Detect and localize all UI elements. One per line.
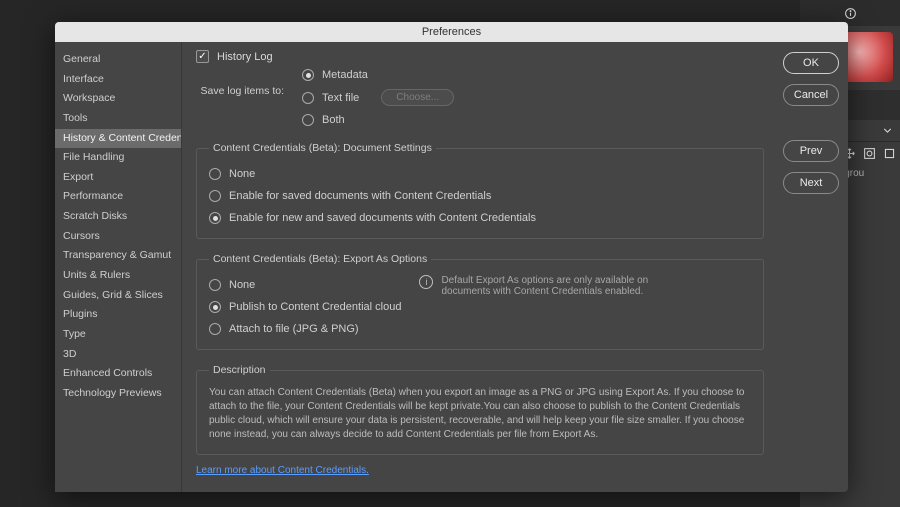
sidebar-item-technology-previews[interactable]: Technology Previews — [55, 384, 181, 404]
fill-icon[interactable] — [882, 146, 896, 160]
group-doc-settings: Content Credentials (Beta): Document Set… — [196, 142, 764, 239]
radio-both-label: Both — [322, 114, 345, 126]
sidebar-item-type[interactable]: Type — [55, 325, 181, 345]
preferences-main: History Log Save log items to: Metadata … — [182, 42, 778, 492]
sidebar-item-plugins[interactable]: Plugins — [55, 305, 181, 325]
doc-saved-label: Enable for saved documents with Content … — [229, 190, 491, 202]
radio-metadata[interactable]: Metadata — [302, 67, 454, 83]
export-attach[interactable]: Attach to file (JPG & PNG) — [209, 321, 401, 337]
group-description: Description You can attach Content Crede… — [196, 364, 764, 455]
doc-none[interactable]: None — [209, 166, 751, 182]
doc-saved[interactable]: Enable for saved documents with Content … — [209, 188, 751, 204]
doc-new-saved-label: Enable for new and saved documents with … — [229, 212, 536, 224]
group-description-legend: Description — [209, 364, 270, 376]
radio-metadata-label: Metadata — [322, 69, 368, 81]
sidebar-item-cursors[interactable]: Cursors — [55, 227, 181, 247]
info-icon — [843, 6, 857, 20]
radio-icon — [302, 69, 314, 81]
sidebar-item-workspace[interactable]: Workspace — [55, 89, 181, 109]
radio-icon — [209, 168, 221, 180]
sidebar-item-performance[interactable]: Performance — [55, 187, 181, 207]
group-export-options: Content Credentials (Beta): Export As Op… — [196, 253, 764, 350]
description-text: You can attach Content Credentials (Beta… — [209, 386, 751, 442]
checkbox-icon — [196, 50, 209, 63]
preferences-dialog: Preferences General Interface Workspace … — [55, 22, 848, 492]
sidebar-item-scratch-disks[interactable]: Scratch Disks — [55, 207, 181, 227]
sidebar-item-units-rulers[interactable]: Units & Rulers — [55, 266, 181, 286]
export-info-text: Default Export As options are only avail… — [441, 275, 679, 297]
dialog-title: Preferences — [422, 26, 481, 38]
sidebar-item-enhanced-controls[interactable]: Enhanced Controls — [55, 364, 181, 384]
sidebar-item-file-handling[interactable]: File Handling — [55, 148, 181, 168]
dialog-buttons: OK Cancel Prev Next — [778, 42, 848, 492]
export-none[interactable]: None — [209, 277, 401, 293]
radio-icon — [302, 114, 314, 126]
dialog-titlebar: Preferences — [55, 22, 848, 42]
sidebar-item-general[interactable]: General — [55, 50, 181, 70]
radio-icon — [209, 190, 221, 202]
radio-icon — [209, 301, 221, 313]
radio-both[interactable]: Both — [302, 112, 454, 128]
sidebar-item-3d[interactable]: 3D — [55, 345, 181, 365]
info-icon: i — [419, 275, 433, 289]
sidebar-item-guides-grid-slices[interactable]: Guides, Grid & Slices — [55, 286, 181, 306]
doc-none-label: None — [229, 168, 255, 180]
group-export-options-legend: Content Credentials (Beta): Export As Op… — [209, 253, 431, 265]
next-button[interactable]: Next — [783, 172, 839, 194]
radio-icon — [209, 212, 221, 224]
group-doc-settings-legend: Content Credentials (Beta): Document Set… — [209, 142, 436, 154]
radio-icon — [209, 279, 221, 291]
doc-new-saved[interactable]: Enable for new and saved documents with … — [209, 210, 751, 226]
mask-icon[interactable] — [863, 146, 877, 160]
sidebar-item-transparency-gamut[interactable]: Transparency & Gamut — [55, 246, 181, 266]
export-attach-label: Attach to file (JPG & PNG) — [229, 323, 359, 335]
export-cloud-label: Publish to Content Credential cloud — [229, 301, 401, 313]
learn-more-link[interactable]: Learn more about Content Credentials. — [196, 465, 369, 476]
ok-button[interactable]: OK — [783, 52, 839, 74]
sidebar-item-history-content-credentials[interactable]: History & Content Credentials — [55, 129, 181, 149]
save-log-label: Save log items to: — [198, 67, 284, 97]
sidebar-item-tools[interactable]: Tools — [55, 109, 181, 129]
radio-icon — [209, 323, 221, 335]
sidebar-item-export[interactable]: Export — [55, 168, 181, 188]
sidebar-item-interface[interactable]: Interface — [55, 70, 181, 90]
prev-button[interactable]: Prev — [783, 140, 839, 162]
history-log-checkbox[interactable]: History Log — [196, 50, 764, 63]
radio-textfile[interactable]: Text file Choose... — [302, 87, 454, 108]
radio-textfile-label: Text file — [322, 92, 359, 104]
choose-button[interactable]: Choose... — [381, 89, 454, 106]
export-cloud[interactable]: Publish to Content Credential cloud — [209, 299, 401, 315]
radio-icon — [302, 92, 314, 104]
history-log-label: History Log — [217, 51, 273, 63]
chevron-down-icon[interactable] — [880, 124, 894, 138]
export-info: i Default Export As options are only ava… — [419, 275, 679, 297]
export-none-label: None — [229, 279, 255, 291]
cancel-button[interactable]: Cancel — [783, 84, 839, 106]
preferences-sidebar: General Interface Workspace Tools Histor… — [55, 42, 182, 492]
